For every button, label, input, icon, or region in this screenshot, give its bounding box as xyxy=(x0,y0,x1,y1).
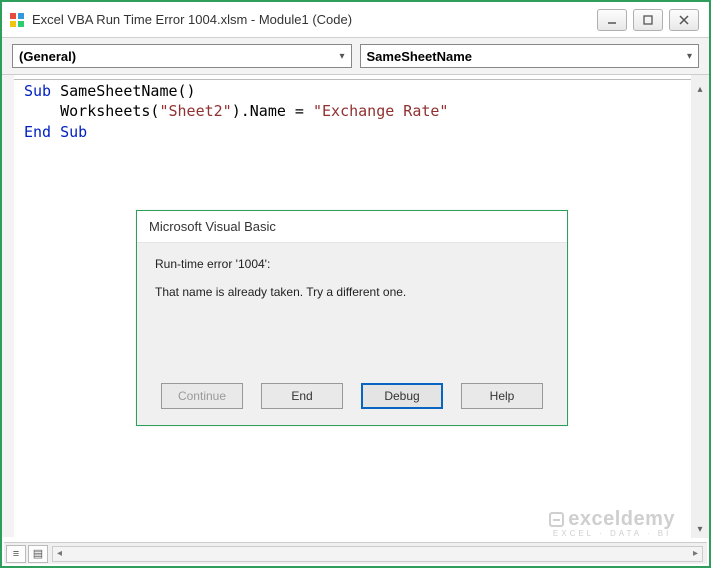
window-title: Excel VBA Run Time Error 1004.xlsm - Mod… xyxy=(32,12,597,27)
code-keyword: Sub xyxy=(24,82,51,100)
code-string: "Sheet2" xyxy=(159,102,231,120)
maximize-button[interactable] xyxy=(633,9,663,31)
procedure-dropdown[interactable]: SameSheetName ▾ xyxy=(360,44,700,68)
minimize-button[interactable] xyxy=(597,9,627,31)
error-code-text: Run-time error '1004': xyxy=(155,257,549,271)
horizontal-scrollbar[interactable]: ◂▸ xyxy=(52,546,703,562)
error-dialog: Microsoft Visual Basic Run-time error '1… xyxy=(136,210,568,426)
object-dropdown-value: (General) xyxy=(19,49,76,64)
scroll-down-icon[interactable]: ▾ xyxy=(691,520,709,538)
dialog-body: Run-time error '1004': That name is alre… xyxy=(137,243,567,373)
window-titlebar: Excel VBA Run Time Error 1004.xlsm - Mod… xyxy=(2,2,709,38)
full-module-view-button[interactable]: ▤ xyxy=(28,545,48,563)
code-content: Sub SameSheetName() Worksheets("Sheet2")… xyxy=(14,75,691,148)
scroll-right-icon[interactable]: ▸ xyxy=(693,548,698,559)
scroll-left-icon[interactable]: ◂ xyxy=(57,548,62,559)
procedure-dropdown-value: SameSheetName xyxy=(367,49,473,64)
debug-button[interactable]: Debug xyxy=(361,383,443,409)
close-button[interactable] xyxy=(669,9,699,31)
continue-button: Continue xyxy=(161,383,243,409)
bottom-bar: ≡ ▤ ◂▸ xyxy=(4,542,707,564)
dialog-button-row: Continue End Debug Help xyxy=(137,373,567,425)
code-text: ).Name = xyxy=(232,102,313,120)
chevron-down-icon: ▾ xyxy=(687,51,692,62)
code-string: "Exchange Rate" xyxy=(313,102,448,120)
scroll-up-icon[interactable]: ▴ xyxy=(691,80,709,98)
procedure-view-button[interactable]: ≡ xyxy=(6,545,26,563)
code-text: SameSheetName() xyxy=(51,82,196,100)
window-controls xyxy=(597,9,699,31)
app-icon xyxy=(8,11,26,29)
vertical-scrollbar[interactable]: ▴ ▾ xyxy=(691,80,709,538)
chevron-down-icon: ▾ xyxy=(339,51,344,62)
code-keyword: End Sub xyxy=(24,123,87,141)
object-proc-bar: (General) ▾ SameSheetName ▾ xyxy=(2,38,709,75)
code-divider xyxy=(14,79,691,80)
end-button[interactable]: End xyxy=(261,383,343,409)
help-button[interactable]: Help xyxy=(461,383,543,409)
object-dropdown[interactable]: (General) ▾ xyxy=(12,44,352,68)
dialog-title: Microsoft Visual Basic xyxy=(137,211,567,243)
code-text: Worksheets( xyxy=(24,102,159,120)
error-message-text: That name is already taken. Try a differ… xyxy=(155,285,549,299)
